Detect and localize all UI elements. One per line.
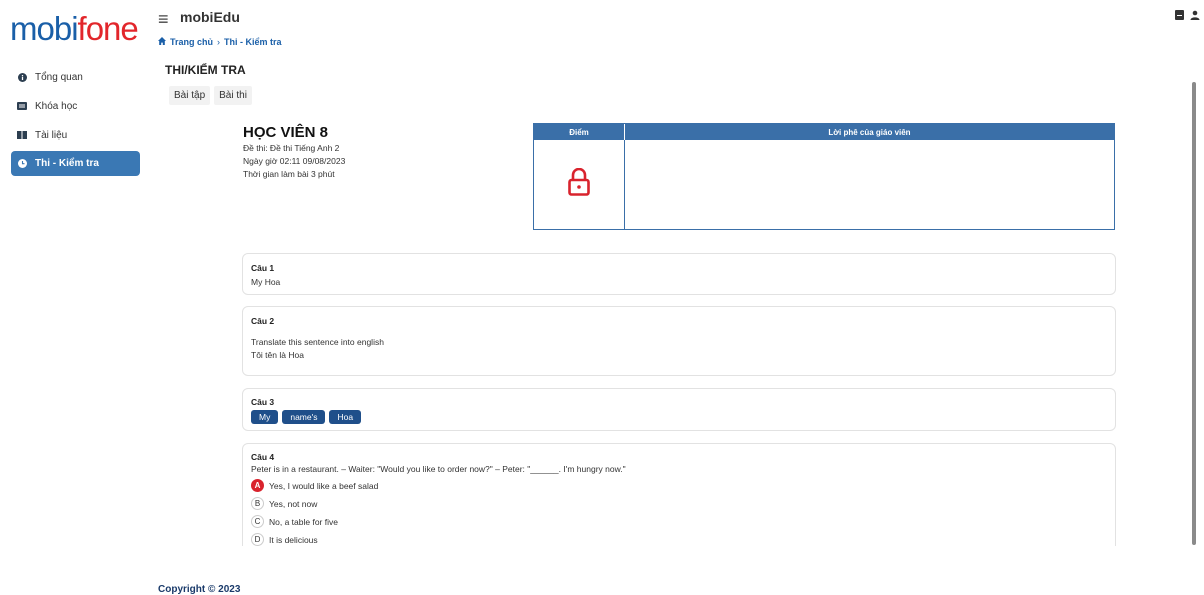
sidebar-item-overview[interactable]: Tổng quan — [11, 64, 140, 90]
user-icon[interactable] — [1190, 10, 1200, 23]
answer-chip: My — [251, 410, 279, 424]
sidebar: Tổng quan Khóa học Tài liệu Thi - Kiểm t… — [11, 64, 140, 179]
logo-text-accent: fone — [77, 10, 139, 47]
top-right-actions — [1175, 10, 1200, 23]
student-name: HỌC VIÊN 8 — [243, 124, 329, 141]
question-title: Câu 1 — [251, 263, 275, 273]
exam-duration: Thời gian làm bài 3 phút — [243, 169, 335, 179]
option-key: B — [251, 497, 264, 510]
option-b[interactable]: B Yes, not now — [251, 497, 317, 510]
score-table-header: Điểm Lời phê của giáo viên — [534, 124, 1114, 140]
card-icon — [17, 101, 27, 111]
option-a[interactable]: A Yes, I would like a beef salad — [251, 479, 378, 492]
exam-datetime: Ngày giờ 02:11 09/08/2023 — [243, 156, 346, 166]
tab-exams[interactable]: Bài thi — [214, 86, 252, 105]
breadcrumb: Trang chủ › Thi - Kiểm tra — [158, 37, 282, 47]
breadcrumb-separator: › — [217, 37, 221, 47]
tabs: Bài tập Bài thi — [169, 86, 252, 105]
breadcrumb-home[interactable]: Trang chủ — [170, 37, 213, 47]
sidebar-item-label: Tài liệu — [35, 129, 68, 141]
question-card: Câu 1 My Hoa — [242, 253, 1116, 295]
tab-exercises[interactable]: Bài tập — [169, 86, 211, 105]
home-icon — [158, 37, 166, 47]
option-d[interactable]: D It is delicious — [251, 533, 318, 546]
answer-chip: Hoa — [329, 410, 362, 424]
option-text: No, a table for five — [269, 516, 338, 527]
breadcrumb-current: Thi - Kiểm tra — [224, 37, 282, 47]
sidebar-item-exams[interactable]: Thi - Kiểm tra — [11, 151, 140, 176]
hamburger-icon[interactable]: ≡ — [158, 9, 169, 30]
score-cell — [534, 140, 625, 229]
page-title: THI/KIỂM TRA — [165, 63, 246, 77]
option-key: C — [251, 515, 264, 528]
clock-icon — [17, 159, 27, 169]
question-title: Câu 2 — [251, 316, 275, 326]
copyright: Copyright © 2023 — [158, 584, 241, 595]
score-header: Điểm — [534, 124, 625, 140]
sidebar-item-courses[interactable]: Khóa học — [11, 93, 140, 119]
scrollbar[interactable] — [1192, 82, 1196, 545]
question-card: Câu 4 Peter is in a restaurant. – Waiter… — [242, 443, 1116, 546]
option-text: It is delicious — [269, 534, 318, 545]
sidebar-item-label: Tổng quan — [35, 71, 83, 83]
info-icon — [17, 72, 27, 82]
app-root: mobifone Tổng quan Khóa học Tài liệu Thi… — [0, 0, 1204, 595]
answer-chip: name's — [282, 410, 326, 424]
book-icon — [17, 130, 27, 140]
sidebar-item-label: Thi - Kiểm tra — [35, 158, 99, 169]
question-text: Translate this sentence into english — [251, 337, 384, 347]
question-title: Câu 3 — [251, 397, 275, 407]
option-text: Yes, I would like a beef salad — [269, 480, 379, 491]
score-table: Điểm Lời phê của giáo viên — [533, 123, 1115, 230]
question-title: Câu 4 — [251, 452, 275, 462]
teacher-comment-cell — [625, 140, 1114, 229]
option-key: A — [251, 479, 264, 492]
exam-name: Đề thi: Đề thi Tiếng Anh 2 — [243, 143, 340, 153]
exam-content: HỌC VIÊN 8 Đề thi: Đề thi Tiếng Anh 2 Ng… — [150, 112, 1197, 546]
sidebar-item-label: Khóa học — [35, 100, 78, 112]
option-key: D — [251, 533, 264, 546]
mobifone-logo[interactable]: mobifone — [10, 10, 139, 48]
question-text: Peter is in a restaurant. – Waiter: "Wou… — [251, 464, 626, 474]
question-answer: My Hoa — [251, 277, 281, 287]
option-text: Yes, not now — [269, 498, 318, 509]
logo-text-main: mobi — [10, 10, 79, 47]
score-table-body — [534, 140, 1114, 229]
document-icon[interactable] — [1175, 10, 1184, 23]
sidebar-item-documents[interactable]: Tài liệu — [11, 122, 140, 148]
app-title: mobiEdu — [180, 9, 240, 25]
option-c[interactable]: C No, a table for five — [251, 515, 338, 528]
question-card: Câu 3 My name's Hoa — [242, 388, 1116, 431]
comment-header: Lời phê của giáo viên — [828, 127, 911, 137]
question-card: Câu 2 Translate this sentence into engli… — [242, 306, 1116, 376]
lock-icon — [568, 167, 590, 201]
question-answer: Tôi tên là Hoa — [251, 350, 304, 360]
answer-chips: My name's Hoa — [251, 410, 365, 424]
